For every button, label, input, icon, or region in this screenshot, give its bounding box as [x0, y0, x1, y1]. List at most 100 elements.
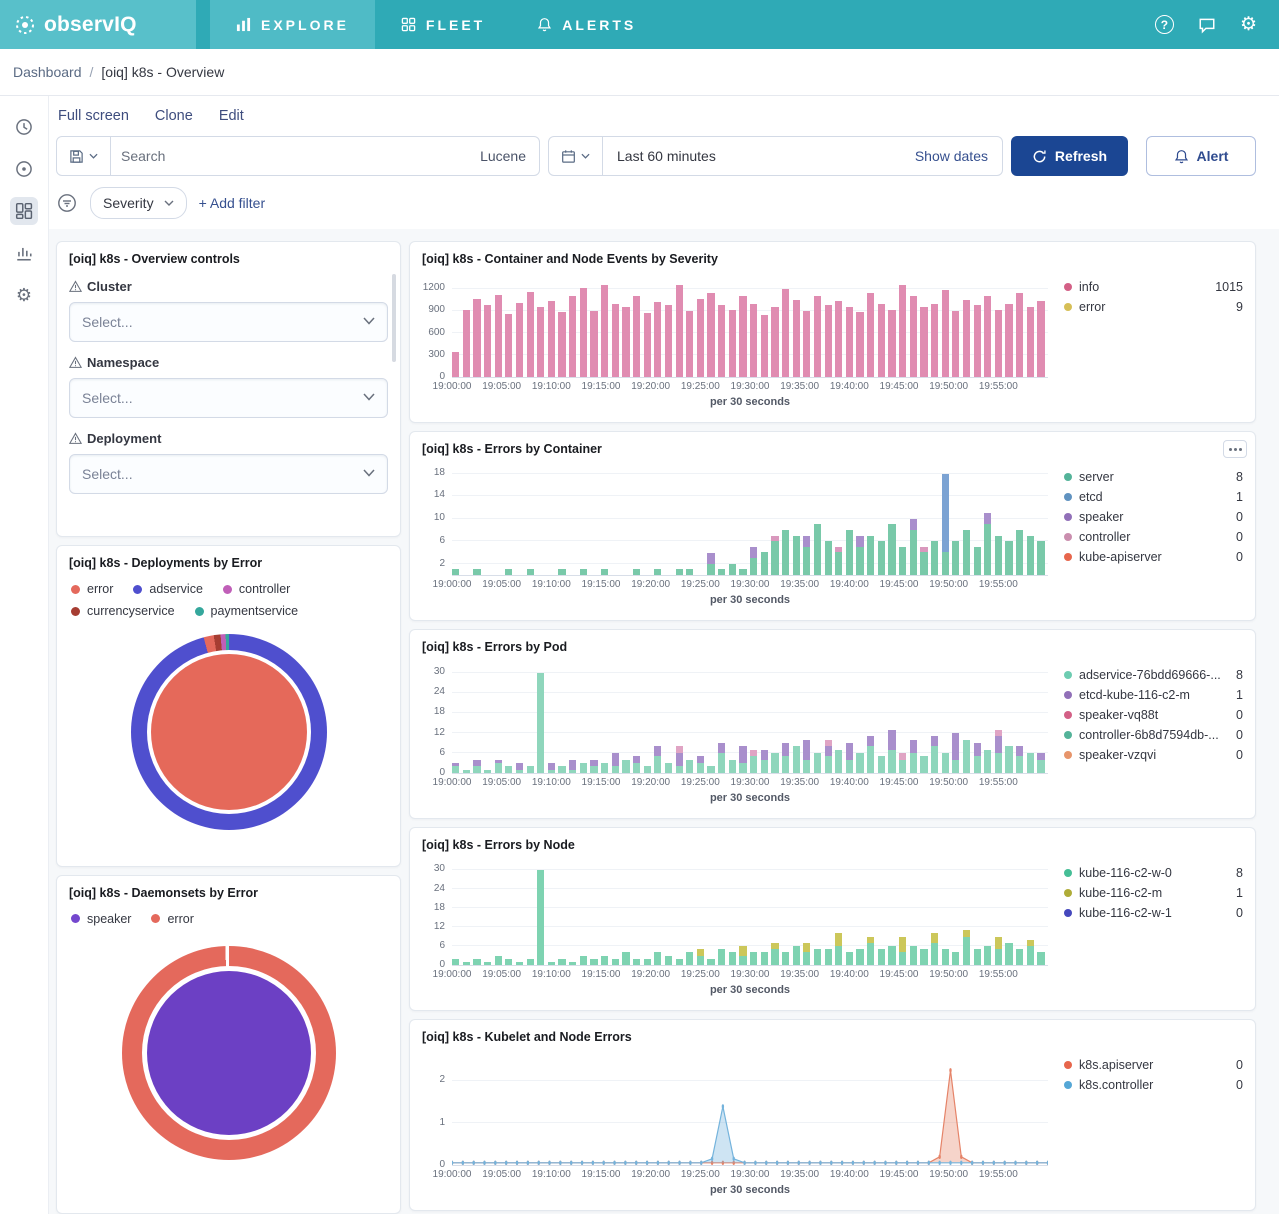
legend-value: 0 [1236, 1078, 1243, 1092]
legend-item[interactable]: controller-6b8d7594db-... 0 [1064, 728, 1243, 742]
legend-item[interactable]: etcd-kube-116-c2-m 1 [1064, 688, 1243, 702]
bar-segment [1037, 752, 1045, 760]
legend-item[interactable]: adservice-76bdd69666-... 8 [1064, 668, 1243, 682]
nav-explore[interactable]: EXPLORE [210, 0, 375, 49]
alert-button[interactable]: Alert [1146, 136, 1256, 176]
bar-segment [1026, 752, 1034, 773]
legend-label: speaker [1079, 510, 1124, 524]
chevron-down-icon [89, 153, 98, 159]
legend-item[interactable]: speaker-vzqvi 0 [1064, 748, 1243, 762]
legend-item[interactable]: server 8 [1064, 470, 1243, 484]
deployment-select[interactable]: Select... [69, 454, 388, 494]
saved-queries-button[interactable] [57, 137, 111, 175]
bar-segment [1037, 952, 1045, 965]
bar [686, 666, 694, 773]
legend-item[interactable]: error [151, 912, 194, 926]
legend-item[interactable]: k8s.apiserver 0 [1064, 1058, 1243, 1072]
bar-segment [845, 742, 854, 760]
legend-item[interactable]: k8s.controller 0 [1064, 1078, 1243, 1092]
bar [654, 666, 662, 773]
legend-item[interactable]: error [71, 582, 113, 596]
feedback-chat-icon[interactable] [1198, 16, 1216, 34]
management-gear-icon[interactable]: ⚙ [16, 286, 32, 304]
x-tick-label: 19:25:00 [680, 969, 720, 980]
bar [654, 278, 662, 377]
search-input[interactable] [111, 148, 481, 164]
bar-segment [728, 563, 736, 575]
legend-item[interactable]: controller [222, 582, 290, 596]
legend-item[interactable]: kube-apiserver 0 [1064, 550, 1243, 564]
filter-menu-icon[interactable] [56, 192, 78, 214]
refresh-button[interactable]: Refresh [1011, 136, 1128, 176]
y-tick-label: 18 [433, 706, 445, 718]
bar-segment [537, 307, 545, 377]
bar [973, 864, 981, 965]
bar-segment [845, 952, 854, 965]
namespace-select[interactable]: Select... [69, 378, 388, 418]
bar-segment [984, 524, 992, 575]
legend-item[interactable]: speaker [71, 912, 131, 926]
visualize-chart-icon[interactable] [15, 244, 33, 262]
nav-alerts[interactable]: ALERTS [511, 0, 662, 49]
dashboards-nav-active[interactable] [10, 197, 38, 225]
legend-item[interactable]: speaker-vq88t 0 [1064, 708, 1243, 722]
nav-fleet[interactable]: FLEET [375, 0, 511, 49]
bar [803, 864, 811, 965]
edit-link[interactable]: Edit [219, 108, 244, 124]
breadcrumb-dashboard[interactable]: Dashboard [13, 64, 82, 80]
bar-segment [590, 766, 598, 773]
settings-gear-icon[interactable]: ⚙ [1240, 15, 1257, 34]
legend-item[interactable]: info 1015 [1064, 280, 1243, 294]
help-icon[interactable]: ? [1154, 15, 1174, 34]
legend-item[interactable]: paymentservice [194, 604, 298, 618]
bar-segment [792, 535, 800, 575]
bar-segment [515, 961, 524, 965]
chart-plot-area: 0 6 12 18 24 30 19:00:00 19:05:00 19:10:00 19:15:… [422, 654, 1048, 804]
legend-item[interactable]: kube-116-c2-m 1 [1064, 886, 1243, 900]
add-filter-link[interactable]: + Add filter [199, 195, 266, 211]
bar-segment [952, 952, 960, 965]
bar-segment [1037, 301, 1045, 377]
discover-compass-icon[interactable] [15, 160, 33, 178]
brand-logo[interactable]: observIQ [0, 0, 196, 49]
control-cluster: Cluster Select... [69, 279, 388, 342]
full-screen-link[interactable]: Full screen [58, 108, 129, 124]
bar-segment [888, 524, 896, 575]
show-dates-button[interactable]: Show dates [915, 148, 1002, 164]
bar-segment [973, 756, 981, 773]
bar-segment [739, 762, 747, 773]
legend-item[interactable]: controller 0 [1064, 530, 1243, 544]
legend-item[interactable]: error 9 [1064, 300, 1243, 314]
bar [526, 468, 534, 575]
legend-item[interactable]: speaker 0 [1064, 510, 1243, 524]
legend-item[interactable]: currencyservice [71, 604, 175, 618]
legend-item[interactable]: etcd 1 [1064, 490, 1243, 504]
legend-item[interactable]: kube-116-c2-w-0 8 [1064, 866, 1243, 880]
bar-segment [845, 759, 854, 773]
time-range-label[interactable]: Last 60 minutes [603, 148, 716, 164]
scrollbar-thumb[interactable] [392, 274, 396, 362]
bar [856, 864, 864, 965]
panel-title: [oiq] k8s - Kubelet and Node Errors [422, 1030, 632, 1044]
x-tick-label: 19:15:00 [581, 579, 621, 590]
bar-segment [867, 736, 875, 747]
bar-segment [941, 473, 949, 553]
cluster-select[interactable]: Select... [69, 302, 388, 342]
clone-link[interactable]: Clone [155, 108, 193, 124]
legend-label: adservice-76bdd69666-... [1079, 668, 1221, 682]
calendar-button[interactable] [549, 137, 603, 175]
bar-segment [930, 736, 939, 747]
bar [696, 864, 705, 965]
plot [452, 864, 1048, 966]
bar-segment [1016, 529, 1024, 575]
bar-segment [590, 311, 598, 377]
panel-options-button[interactable] [1223, 440, 1247, 458]
query-language-button[interactable]: Lucene [480, 148, 539, 164]
legend-item[interactable]: adservice [133, 582, 203, 596]
bar-segment [856, 949, 864, 965]
bar-segment [1016, 756, 1024, 773]
panel-title: [oiq] k8s - Errors by Pod [422, 640, 568, 654]
legend-item[interactable]: kube-116-c2-w-1 0 [1064, 906, 1243, 920]
severity-filter-chip[interactable]: Severity [90, 187, 187, 219]
recently-viewed-clock-icon[interactable] [15, 118, 33, 136]
